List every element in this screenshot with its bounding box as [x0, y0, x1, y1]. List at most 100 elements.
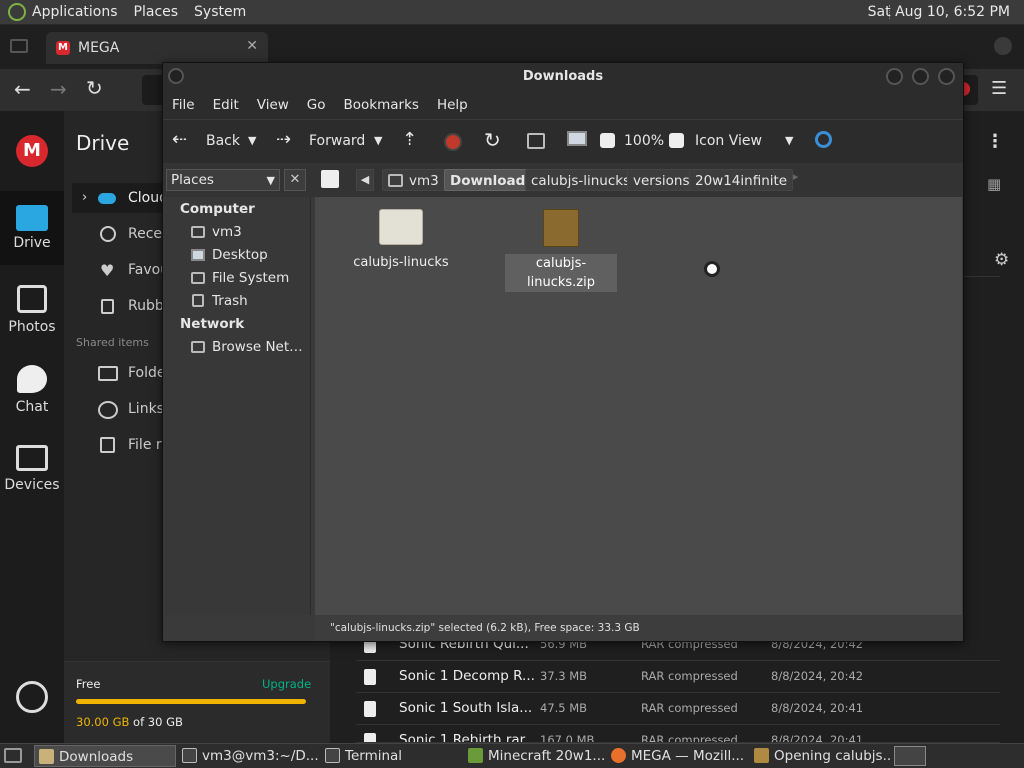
place-vm3[interactable]: vm3 [212, 224, 242, 240]
browser-back-icon[interactable]: ← [14, 77, 31, 101]
view-mode-select[interactable]: Icon View [695, 133, 762, 149]
path-left-arrow-icon[interactable]: ◀ [356, 169, 374, 191]
grid-view-icon[interactable]: ▦ [987, 175, 1001, 193]
table-row[interactable]: Sonic 1 Rebirth rar 167.0 MB RAR compresse… [356, 725, 1000, 743]
clock[interactable]: Sat Aug 10, 6:52 PM [868, 4, 1010, 20]
reload-icon[interactable]: ↻ [484, 128, 501, 152]
place-desktop[interactable]: Desktop [212, 247, 268, 263]
place-trash[interactable]: Trash [212, 293, 248, 309]
sidebar-item-chat[interactable]: Chat [0, 363, 64, 415]
place-browse-network[interactable]: Browse Net… [212, 339, 303, 355]
breadcrumb-20w14infinite[interactable]: 20w14infinite [689, 169, 794, 191]
edit-location-icon[interactable] [321, 170, 339, 188]
computer-icon[interactable] [567, 131, 587, 146]
menu-file[interactable]: File [163, 97, 204, 113]
storage-bar-track [76, 699, 306, 704]
browser-close-icon[interactable] [994, 37, 1012, 55]
minecraft-icon [468, 748, 483, 763]
window-menu-icon[interactable] [168, 68, 184, 84]
nav-item-links[interactable]: Links [128, 401, 164, 417]
nav-item-file-requests[interactable]: File r [128, 437, 162, 453]
forward-dropdown-icon[interactable]: ▼ [374, 134, 382, 147]
menu-applications[interactable]: Applications [26, 4, 126, 20]
file-date: 8/8/2024, 20:41 [771, 733, 864, 743]
taskbar-item-firefox-mega[interactable]: MEGA — Mozill... [607, 745, 747, 767]
tab-list-icon[interactable] [10, 39, 28, 53]
file-item-folder[interactable]: calubjs-linucks [351, 207, 451, 273]
menu-edit[interactable]: Edit [204, 97, 248, 113]
zoom-in-icon[interactable] [669, 133, 684, 148]
cloud-icon [98, 193, 116, 204]
maximize-icon[interactable] [912, 68, 929, 85]
view-mode-dropdown-icon[interactable]: ▼ [785, 134, 793, 147]
window-titlebar[interactable]: Downloads [163, 63, 963, 91]
sidebar-item-devices[interactable]: Devices [0, 443, 64, 493]
file-size: 47.5 MB [540, 701, 588, 715]
browser-tab-mega[interactable]: M MEGA ✕ [46, 32, 268, 64]
table-row[interactable]: Sonic 1 South Isla... 47.5 MB RAR compress… [356, 693, 1000, 725]
menu-go[interactable]: Go [298, 97, 335, 113]
file-rar-icon [364, 669, 376, 685]
back-button[interactable]: Back [206, 133, 240, 149]
close-sidebar-icon[interactable]: ✕ [284, 169, 306, 191]
upgrade-link[interactable]: Upgrade [262, 677, 311, 691]
breadcrumb-vm3[interactable]: vm3 [382, 169, 445, 191]
nav-item-folders[interactable]: Folde [128, 365, 166, 381]
zoom-out-icon[interactable] [600, 133, 615, 148]
taskbar-item-minecraft[interactable]: Minecraft 20w1... [464, 745, 604, 767]
browser-reload-icon[interactable]: ↻ [86, 76, 103, 100]
nav-item-rubbish[interactable]: Rubb [128, 298, 164, 314]
browser-forward-icon[interactable]: → [50, 77, 67, 101]
menu-places[interactable]: Places [126, 4, 187, 20]
close-icon[interactable] [938, 68, 955, 85]
forward-arrow-icon[interactable]: ⇢ [276, 129, 291, 150]
network-icon [191, 341, 205, 353]
storage-plan: Free [76, 677, 101, 691]
storage-total: of 30 GB [129, 715, 183, 729]
taskbar-item-downloads[interactable]: Downloads [34, 745, 176, 767]
sidebar-item-drive[interactable]: Drive [0, 191, 64, 265]
show-desktop-icon[interactable] [4, 748, 22, 763]
stop-icon[interactable] [444, 133, 462, 151]
distro-logo-icon[interactable] [8, 3, 26, 21]
minimize-icon[interactable] [886, 68, 903, 85]
taskbar-label: vm3@vm3:~/D... [202, 748, 318, 764]
home-icon[interactable] [527, 133, 545, 149]
back-arrow-icon[interactable]: ⇠ [172, 129, 187, 150]
workspace-switcher[interactable] [894, 746, 926, 766]
breadcrumb-calubjs-linucks[interactable]: calubjs-linucks [525, 169, 637, 191]
file-size: 167.0 MB [540, 733, 595, 743]
menu-view[interactable]: View [248, 97, 298, 113]
browser-menu-icon[interactable]: ☰ [991, 78, 1007, 99]
more-options-icon[interactable]: ⋮ [986, 131, 1004, 152]
chevron-right-icon[interactable]: › [82, 190, 87, 205]
file-item-label-selected: calubjs-linucks.zip [505, 254, 617, 292]
table-row[interactable]: Sonic 1 Decomp R... 37.3 MB RAR compressed… [356, 661, 1000, 693]
places-network-header: Network [180, 316, 245, 332]
file-item-zip[interactable]: calubjs-linucks.zip [501, 207, 621, 292]
forward-button[interactable]: Forward [309, 133, 365, 149]
mega-logo-icon[interactable]: M [16, 135, 48, 167]
breadcrumb-versions[interactable]: versions [627, 169, 696, 191]
menu-system[interactable]: System [186, 4, 254, 20]
taskbar-item-vm3-terminal[interactable]: vm3@vm3:~/D... [178, 745, 318, 767]
sidebar-item-label: Chat [15, 399, 49, 415]
file-icon-view[interactable]: calubjs-linucks calubjs-linucks.zip [315, 197, 962, 615]
places-selector[interactable]: Places ▼ [166, 169, 280, 191]
taskbar-item-opening-archive[interactable]: Opening calubjs... [750, 745, 890, 767]
sidebar-item-photos[interactable]: Photos [0, 283, 64, 335]
workspace-2[interactable] [928, 746, 960, 766]
back-dropdown-icon[interactable]: ▼ [248, 134, 256, 147]
taskbar-item-terminal[interactable]: Terminal [321, 745, 461, 767]
file-request-icon [100, 437, 115, 453]
search-icon[interactable] [815, 131, 832, 148]
menu-help[interactable]: Help [428, 97, 477, 113]
link-icon [98, 401, 118, 419]
up-arrow-icon[interactable]: ⇡ [402, 129, 417, 150]
tab-close-icon[interactable]: ✕ [246, 38, 258, 54]
place-file-system[interactable]: File System [212, 270, 289, 286]
menu-bookmarks[interactable]: Bookmarks [335, 97, 428, 113]
taskbar-label: MEGA — Mozill... [631, 748, 745, 764]
shared-items-label: Shared items [76, 336, 149, 349]
transfers-icon[interactable] [16, 681, 48, 713]
